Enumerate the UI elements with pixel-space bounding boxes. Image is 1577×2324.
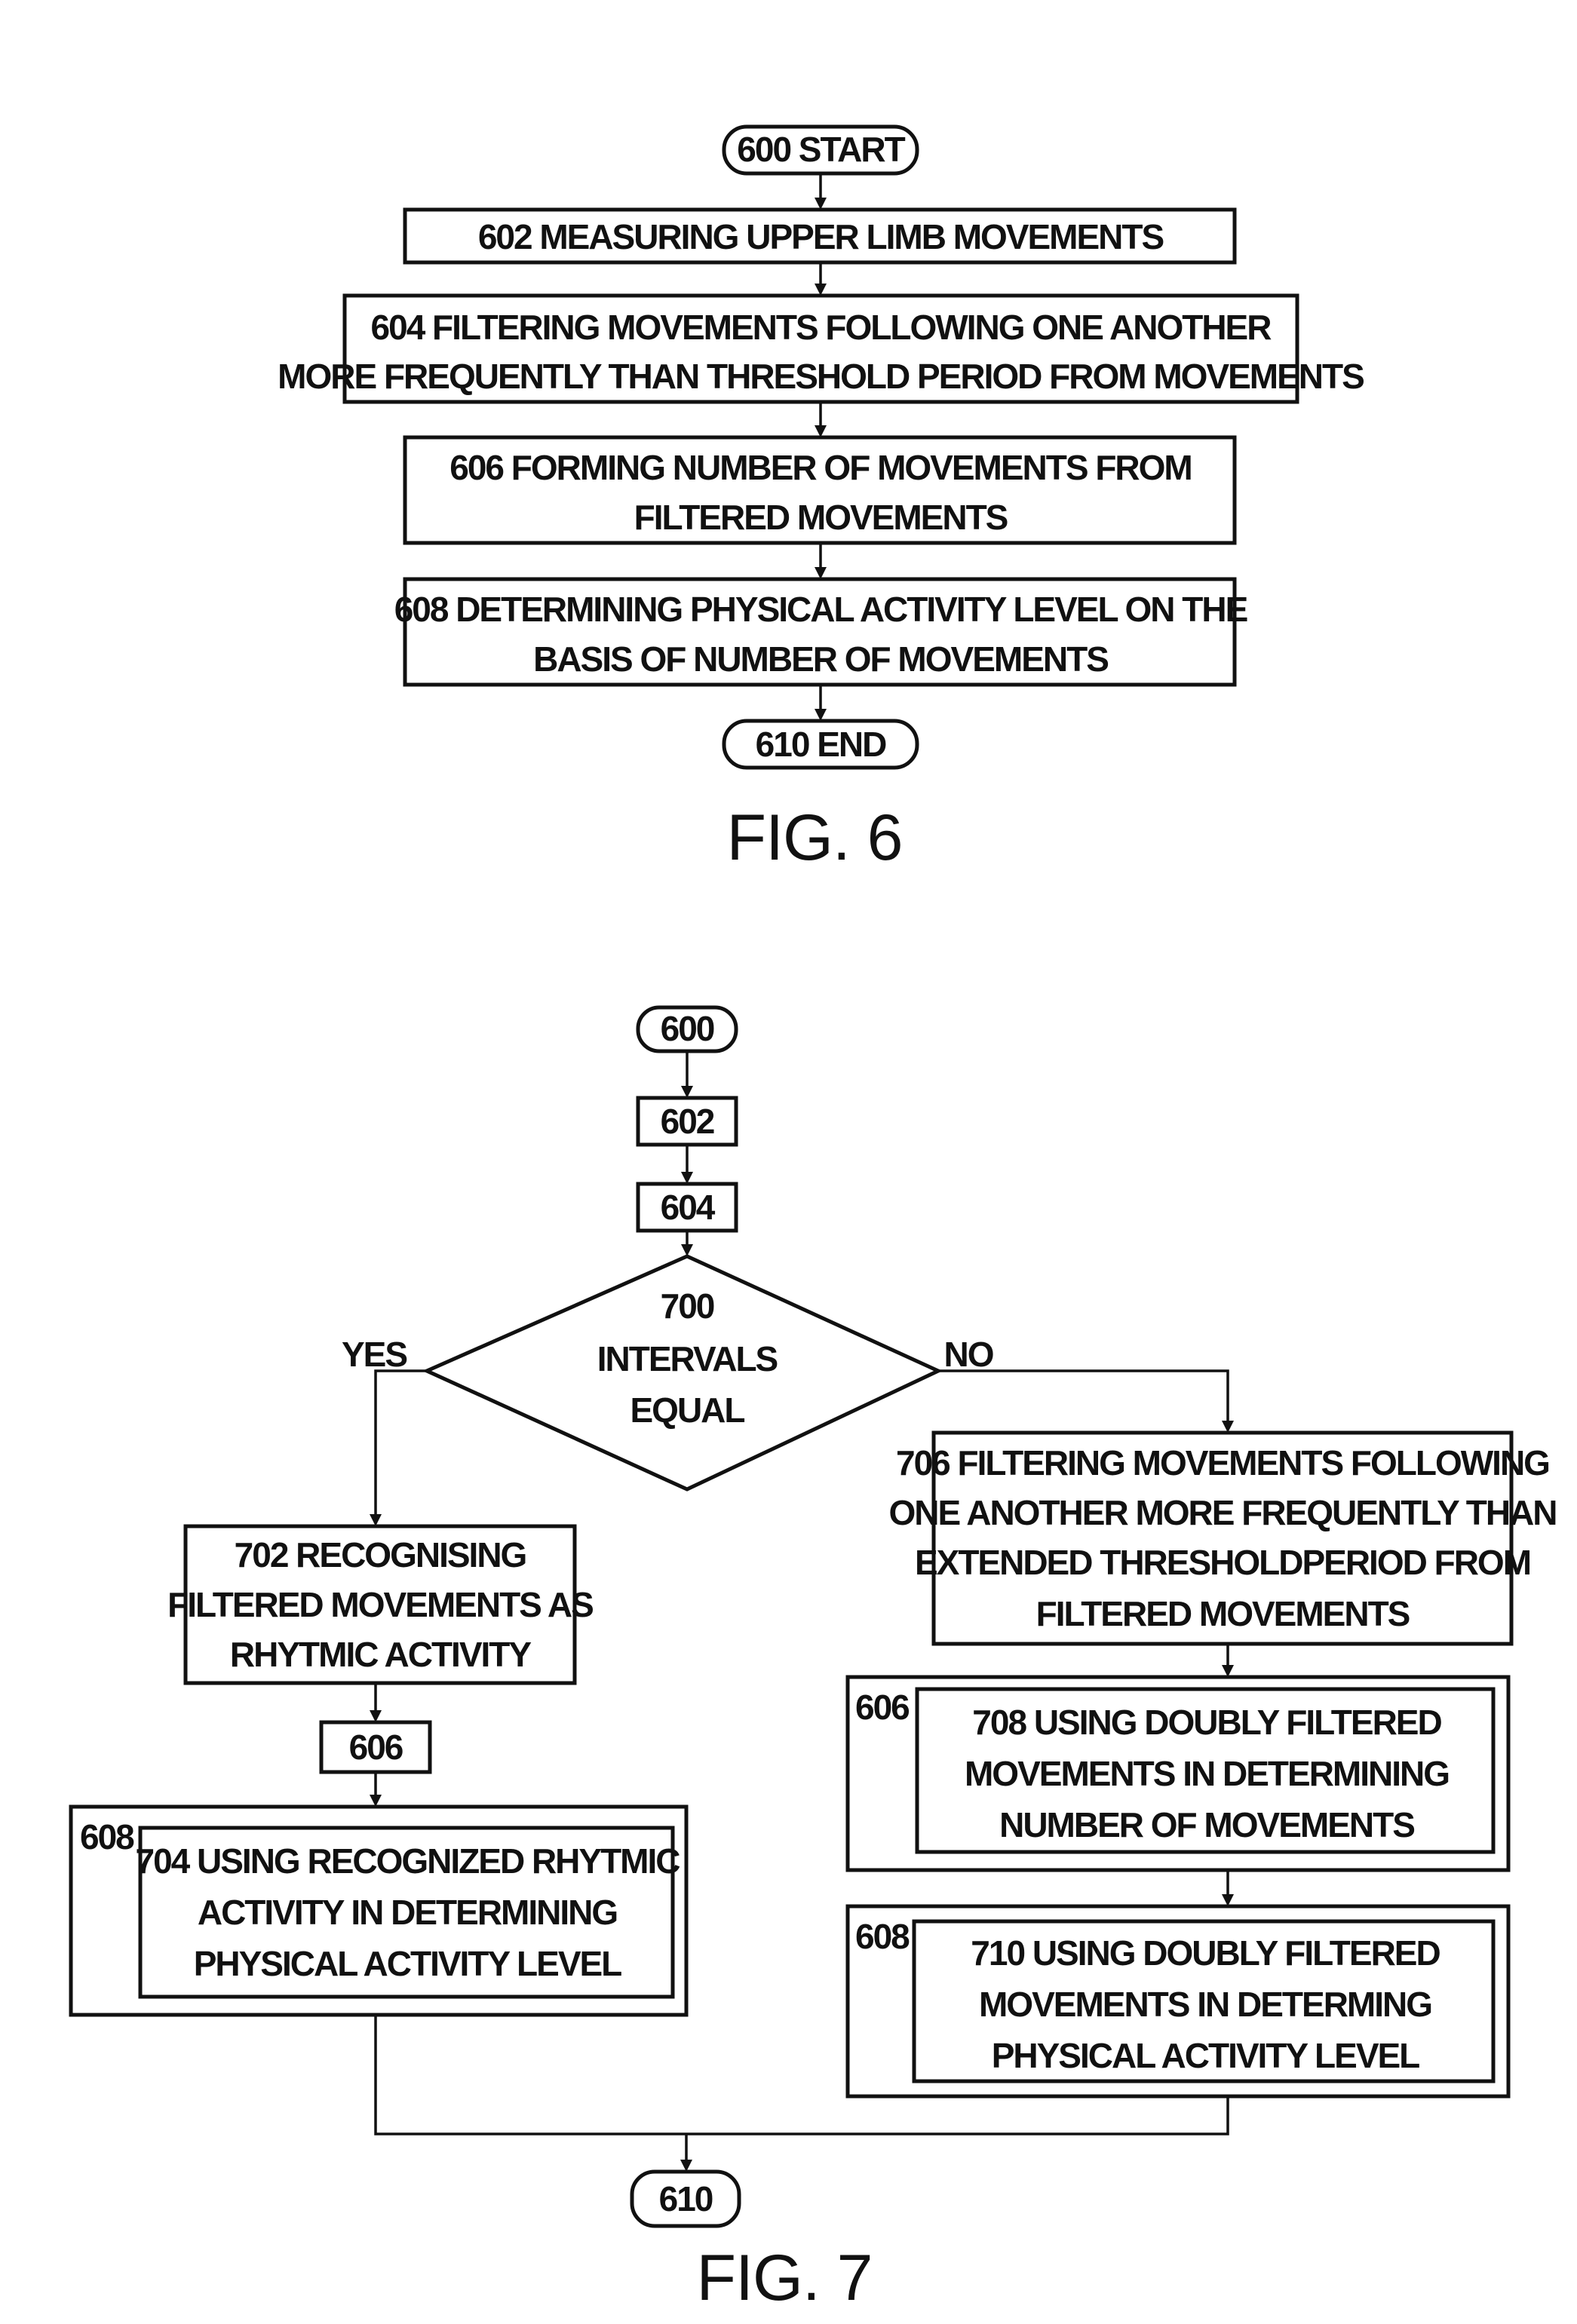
fig7-step-702-line1: 702 RECOGNISING <box>235 1535 526 1574</box>
fig7-step-710-line3: PHYSICAL ACTIVITY LEVEL <box>992 2036 1419 2075</box>
fig6-step-608-line1: 608 DETERMINING PHYSICAL ACTIVITY LEVEL … <box>394 590 1247 629</box>
fig7-step-602-label: 602 <box>661 1102 714 1141</box>
fig7-left-608-label: 608 <box>80 1817 134 1856</box>
fig7-step-704-line1: 704 USING RECOGNIZED RHYTMIC <box>136 1841 680 1881</box>
fig7-right-606-label: 606 <box>855 1688 909 1727</box>
fig7-decision-line2: INTERVALS <box>597 1339 778 1378</box>
patent-flowcharts: 600 START 602 MEASURING UPPER LIMB MOVEM… <box>69 124 1558 2314</box>
fig7-step-706-line4: FILTERED MOVEMENTS <box>1036 1594 1410 1633</box>
fig6-step-604-line1: 604 FILTERING MOVEMENTS FOLLOWING ONE AN… <box>371 308 1272 347</box>
fig7-step-710-line1: 710 USING DOUBLY FILTERED <box>971 1933 1440 1973</box>
fig7-flowchart: 600 602 604 700 INTERVALS EQUAL YES NO 7… <box>69 1005 1558 2314</box>
yes-connector <box>374 1369 427 1514</box>
yes-label: YES <box>342 1335 407 1374</box>
fig7-step-702-line3: RHYTMIC ACTIVITY <box>230 1635 531 1674</box>
fig7-step-710-line2: MOVEMENTS IN DETERMING <box>979 1985 1431 2024</box>
fig7-right-608-label: 608 <box>855 1917 910 1956</box>
fig6-step-606-line2: FILTERED MOVEMENTS <box>634 498 1008 537</box>
fig7-step-604-label: 604 <box>661 1188 716 1227</box>
fig6-step-608-line2: BASIS OF NUMBER OF MOVEMENTS <box>533 639 1108 679</box>
fig6-start-label: 600 START <box>737 130 905 169</box>
fig7-step-702-line2: FILTERED MOVEMENTS AS <box>167 1585 593 1624</box>
no-connector <box>938 1369 1229 1421</box>
fig6-end-label: 610 END <box>756 725 886 764</box>
fig6-step-606-line1: 606 FORMING NUMBER OF MOVEMENTS FROM <box>449 448 1191 487</box>
fig7-end-label: 610 <box>659 2179 713 2218</box>
fig7-left-606-label: 606 <box>349 1728 403 1767</box>
fig6-step-602-text: 602 MEASURING UPPER LIMB MOVEMENTS <box>478 217 1164 256</box>
fig6-step-604-line2: MORE FREQUENTLY THAN THRESHOLD PERIOD FR… <box>278 357 1364 396</box>
fig7-decision-line1: 700 <box>661 1286 714 1326</box>
fig7-step-706-line2: ONE ANOTHER MORE FREQUENTLY THAN <box>888 1493 1556 1532</box>
fig7-start-label: 600 <box>661 1009 714 1048</box>
no-label: NO <box>944 1335 993 1374</box>
fig7-caption: FIG. 7 <box>697 2242 873 2314</box>
fig7-step-706-line1: 706 FILTERING MOVEMENTS FOLLOWING <box>896 1443 1549 1482</box>
fig7-step-708-line3: NUMBER OF MOVEMENTS <box>999 1805 1414 1844</box>
fig7-step-706-line3: EXTENDED THRESHOLDPERIOD FROM <box>915 1543 1530 1582</box>
fig6-flowchart: 600 START 602 MEASURING UPPER LIMB MOVEM… <box>278 124 1365 874</box>
fig7-step-708-line1: 708 USING DOUBLY FILTERED <box>972 1703 1441 1742</box>
fig7-step-708-line2: MOVEMENTS IN DETERMINING <box>965 1754 1449 1793</box>
fig6-caption: FIG. 6 <box>727 802 903 874</box>
fig7-step-704-line3: PHYSICAL ACTIVITY LEVEL <box>194 1944 621 1983</box>
fig7-decision-line3: EQUAL <box>630 1390 745 1430</box>
fig7-step-704-line2: ACTIVITY IN DETERMINING <box>198 1893 617 1932</box>
